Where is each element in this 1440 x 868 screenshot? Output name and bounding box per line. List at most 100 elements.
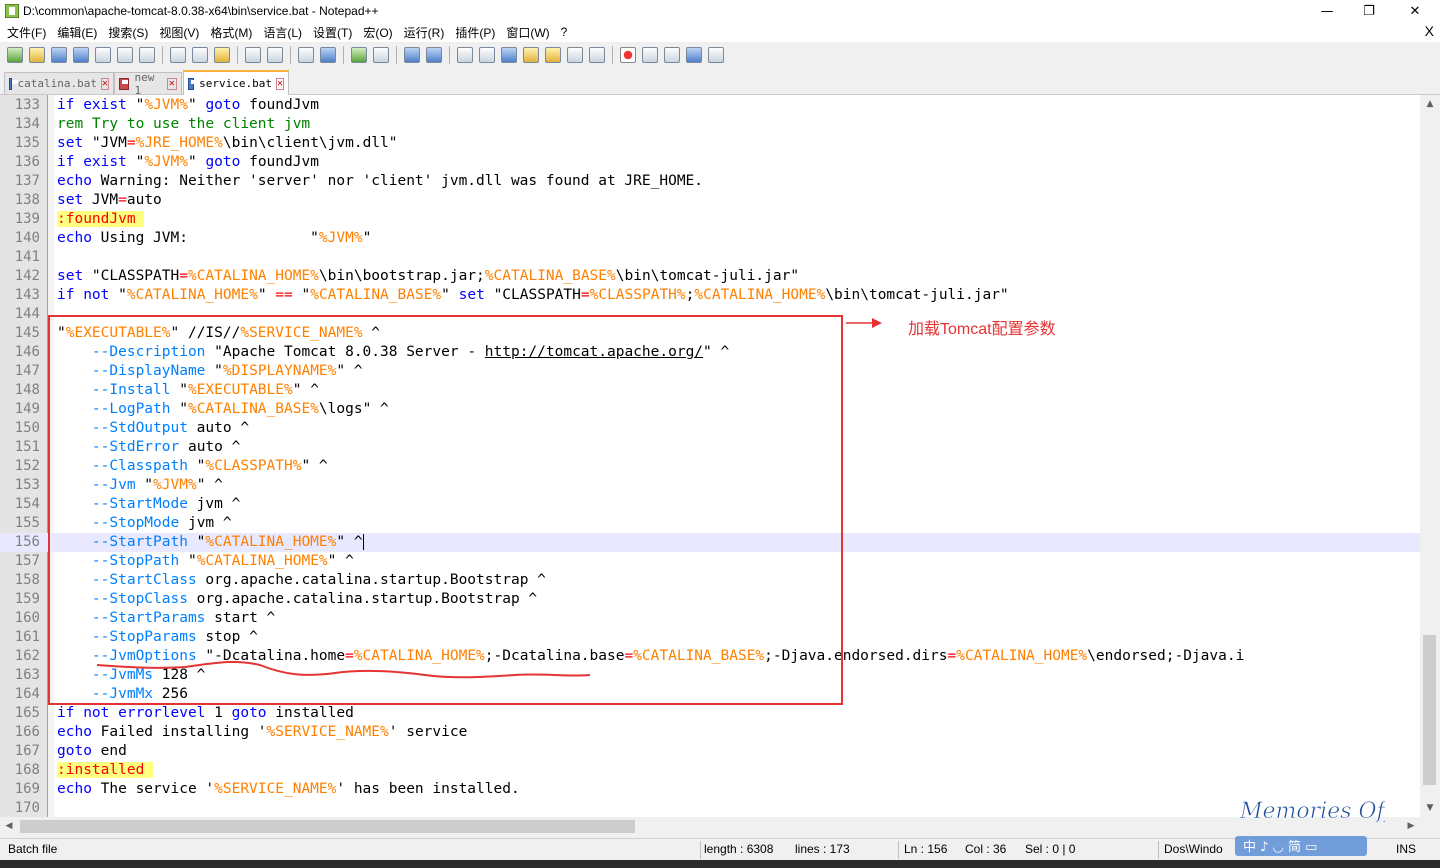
new-file-icon[interactable] xyxy=(7,47,23,63)
code-line[interactable]: 159 --StopClass org.apache.catalina.star… xyxy=(0,590,1420,609)
ime-indicator[interactable]: 中 ♪ ◡ 简 ▭ xyxy=(1243,839,1317,855)
minimize-button[interactable]: — xyxy=(1304,0,1350,22)
run-macro-multiple-icon[interactable] xyxy=(686,47,702,63)
code-line[interactable]: 156 --StartPath "%CATALINA_HOME%" ^ xyxy=(0,533,1420,552)
code-line[interactable]: 164 --JvmMx 256 xyxy=(0,685,1420,704)
scroll-right-icon[interactable]: ▶ xyxy=(1402,817,1420,835)
save-all-icon[interactable] xyxy=(73,47,89,63)
code-line[interactable]: 152 --Classpath "%CLASSPATH%" ^ xyxy=(0,457,1420,476)
code-line[interactable]: 144 xyxy=(0,305,1420,324)
play-macro-icon[interactable] xyxy=(664,47,680,63)
menu-help[interactable]: ? xyxy=(557,25,572,39)
code-line[interactable]: 146 --Description "Apache Tomcat 8.0.38 … xyxy=(0,343,1420,362)
zoom-out-icon[interactable] xyxy=(373,47,389,63)
menu-plugins[interactable]: 插件(P) xyxy=(451,24,499,41)
save-macro-icon[interactable] xyxy=(708,47,724,63)
code-line[interactable]: 138 set JVM=auto xyxy=(0,191,1420,210)
indent-guide-icon[interactable] xyxy=(501,47,517,63)
code-line[interactable]: 136 if exist "%JVM%" goto foundJvm xyxy=(0,153,1420,172)
undo-icon[interactable] xyxy=(245,47,261,63)
code-line[interactable]: 149 --LogPath "%CATALINA_BASE%\logs" ^ xyxy=(0,400,1420,419)
code-line[interactable]: 141 xyxy=(0,248,1420,267)
vertical-scrollbar[interactable]: ▲ ▼ xyxy=(1420,95,1440,817)
code-line[interactable]: 166 echo Failed installing '%SERVICE_NAME… xyxy=(0,723,1420,742)
code-line[interactable]: 134 rem Try to use the client jvm xyxy=(0,115,1420,134)
save-icon[interactable] xyxy=(51,47,67,63)
code-line[interactable]: 145 "%EXECUTABLE%" //IS//%SERVICE_NAME% ^ xyxy=(0,324,1420,343)
code-line[interactable]: 153 --Jvm "%JVM%" ^ xyxy=(0,476,1420,495)
code-line[interactable]: 161 --StopParams stop ^ xyxy=(0,628,1420,647)
menu-run[interactable]: 运行(R) xyxy=(400,24,449,41)
record-macro-icon[interactable] xyxy=(620,47,636,63)
user-language-icon[interactable] xyxy=(523,47,539,63)
code-line[interactable]: 168:installed xyxy=(0,761,1420,780)
code-line[interactable]: 170 xyxy=(0,799,1420,817)
folder-workspace-icon[interactable] xyxy=(589,47,605,63)
tab-catalina-bat[interactable]: catalina.bat ✕ xyxy=(4,72,114,94)
code-line[interactable]: 139:foundJvm xyxy=(0,210,1420,229)
close-tab-icon[interactable]: ✕ xyxy=(100,77,109,90)
menu-search[interactable]: 搜索(S) xyxy=(104,24,152,41)
code-line[interactable]: 169 echo The service '%SERVICE_NAME%' has… xyxy=(0,780,1420,799)
code-line[interactable]: 140 echo Using JVM: "%JVM%" xyxy=(0,229,1420,248)
close-file-icon[interactable] xyxy=(95,47,111,63)
menu-settings[interactable]: 设置(T) xyxy=(309,24,356,41)
code-line[interactable]: 151 --StdError auto ^ xyxy=(0,438,1420,457)
zoom-in-icon[interactable] xyxy=(351,47,367,63)
scroll-up-icon[interactable]: ▲ xyxy=(1420,95,1440,113)
code-line[interactable]: 135 set "JVM=%JRE_HOME%\bin\client\jvm.dl… xyxy=(0,134,1420,153)
line-number: 159 xyxy=(14,591,40,607)
stop-macro-icon[interactable] xyxy=(642,47,658,63)
horizontal-scroll-thumb[interactable] xyxy=(20,820,635,833)
code-line[interactable]: 158 --StartClass org.apache.catalina.sta… xyxy=(0,571,1420,590)
code-line[interactable]: 147 --DisplayName "%DISPLAYNAME%" ^ xyxy=(0,362,1420,381)
find-icon[interactable] xyxy=(298,47,314,63)
redo-icon[interactable] xyxy=(267,47,283,63)
code-line[interactable]: 154 --StartMode jvm ^ xyxy=(0,495,1420,514)
menu-macro[interactable]: 宏(O) xyxy=(359,24,396,41)
close-all-icon[interactable] xyxy=(117,47,133,63)
code-line[interactable]: 142 set "CLASSPATH=%CATALINA_HOME%\bin\bo… xyxy=(0,267,1420,286)
code-line[interactable]: 165 if not errorlevel 1 goto installed xyxy=(0,704,1420,723)
menu-edit[interactable]: 编辑(E) xyxy=(53,24,101,41)
code-line[interactable]: 157 --StopPath "%CATALINA_HOME%" ^ xyxy=(0,552,1420,571)
show-all-chars-icon[interactable] xyxy=(479,47,495,63)
paste-icon[interactable] xyxy=(214,47,230,63)
code-editor[interactable]: 133 if exist "%JVM%" goto foundJvm 134 rem … xyxy=(0,95,1420,817)
print-icon[interactable] xyxy=(139,47,155,63)
code-line[interactable]: 167 goto end xyxy=(0,742,1420,761)
scroll-left-icon[interactable]: ◀ xyxy=(0,817,18,835)
close-tab-icon[interactable]: ✕ xyxy=(275,77,284,90)
document-map-icon[interactable] xyxy=(545,47,561,63)
sync-horizontal-icon[interactable] xyxy=(426,47,442,63)
maximize-button[interactable]: ❐ xyxy=(1346,0,1392,22)
vertical-scroll-thumb[interactable] xyxy=(1423,635,1436,785)
cut-icon[interactable] xyxy=(170,47,186,63)
menu-window[interactable]: 窗口(W) xyxy=(502,24,553,41)
scroll-down-icon[interactable]: ▼ xyxy=(1420,799,1440,817)
menu-view[interactable]: 视图(V) xyxy=(155,24,203,41)
code-line[interactable]: 148 --Install "%EXECUTABLE%" ^ xyxy=(0,381,1420,400)
status-eol[interactable]: Dos\Windo xyxy=(1164,842,1223,856)
replace-icon[interactable] xyxy=(320,47,336,63)
menu-language[interactable]: 语言(L) xyxy=(259,24,306,41)
close-button[interactable]: ✕ xyxy=(1392,0,1438,22)
code-line[interactable]: 155 --StopMode jvm ^ xyxy=(0,514,1420,533)
function-list-icon[interactable] xyxy=(567,47,583,63)
code-line[interactable]: 137 echo Warning: Neither 'server' nor 'c… xyxy=(0,172,1420,191)
code-line[interactable]: 160 --StartParams start ^ xyxy=(0,609,1420,628)
close-document-button[interactable]: X xyxy=(1425,23,1434,39)
menu-format[interactable]: 格式(M) xyxy=(206,24,256,41)
close-tab-icon[interactable]: ✕ xyxy=(166,77,177,90)
word-wrap-icon[interactable] xyxy=(457,47,473,63)
tab-new-1[interactable]: new 1 ✕ xyxy=(114,71,182,97)
code-line[interactable]: 150 --StdOutput auto ^ xyxy=(0,419,1420,438)
copy-icon[interactable] xyxy=(192,47,208,63)
tab-service-bat[interactable]: service.bat ✕ xyxy=(183,70,289,95)
horizontal-scrollbar[interactable]: ◀ ▶ xyxy=(0,817,1440,835)
code-line[interactable]: 143 if not "%CATALINA_HOME%" == "%CATALIN… xyxy=(0,286,1420,305)
sync-vertical-icon[interactable] xyxy=(404,47,420,63)
menu-file[interactable]: 文件(F) xyxy=(3,24,50,41)
open-file-icon[interactable] xyxy=(29,47,45,63)
code-line[interactable]: 133 if exist "%JVM%" goto foundJvm xyxy=(0,96,1420,115)
